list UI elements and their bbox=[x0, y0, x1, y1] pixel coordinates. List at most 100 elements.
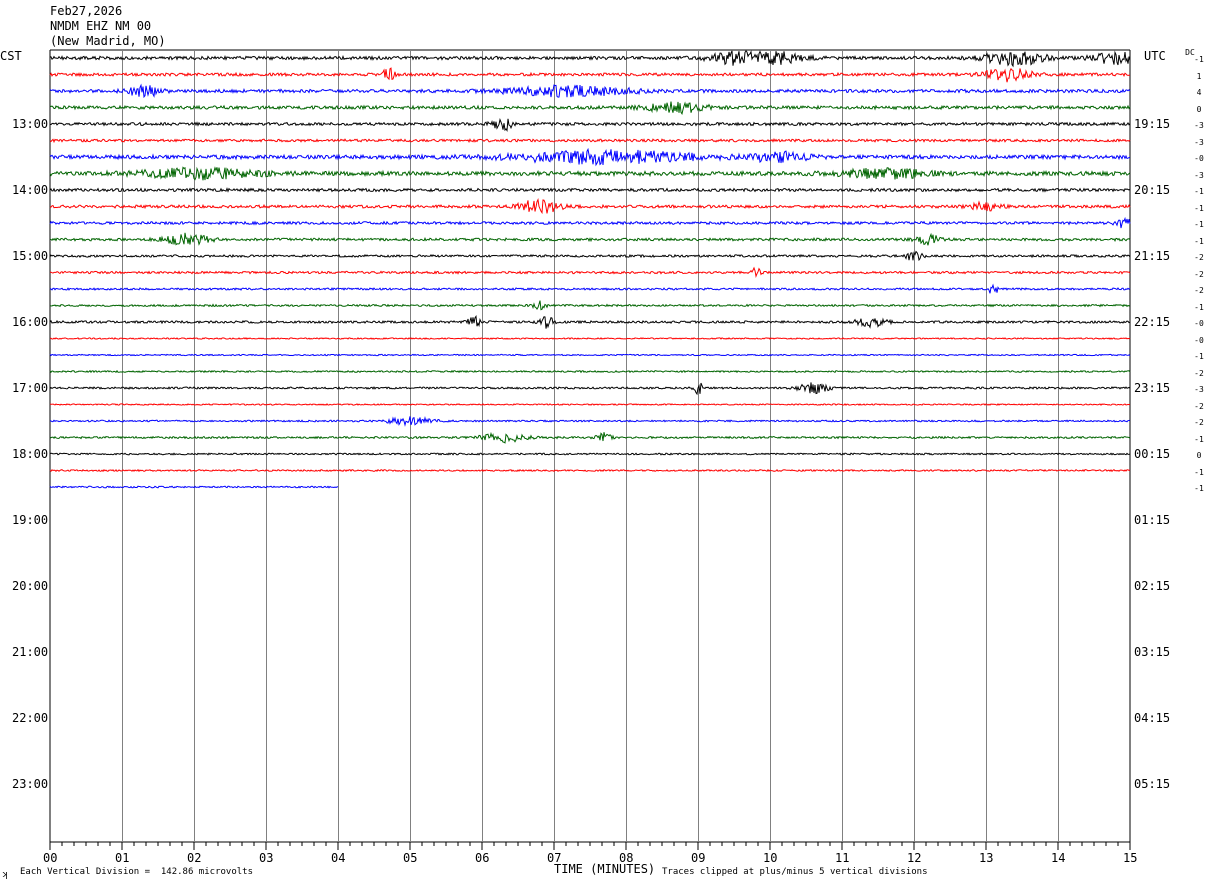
x-tick-label: 11 bbox=[835, 851, 850, 865]
dc-offset-label: -1 bbox=[1194, 484, 1204, 493]
left-timezone-label: CST bbox=[0, 49, 22, 63]
dc-offset-label: -1 bbox=[1194, 302, 1204, 312]
dc-offset-label: -1 bbox=[1194, 220, 1204, 229]
right-timezone-label: UTC bbox=[1144, 49, 1166, 63]
dc-offset-label: -2 bbox=[1194, 418, 1204, 427]
seismic-trace bbox=[49, 266, 1131, 278]
seismic-trace bbox=[49, 166, 1131, 181]
left-hour-label: 16:00 bbox=[12, 315, 49, 329]
right-hour-label: 01:15 bbox=[1134, 513, 1171, 527]
right-hour-label: 05:15 bbox=[1134, 777, 1171, 791]
dc-offset-label: -3 bbox=[1194, 170, 1204, 180]
seismic-trace bbox=[49, 50, 1131, 68]
dc-offset-label: -1 bbox=[1194, 203, 1204, 213]
dc-offset-label: 1 bbox=[1196, 71, 1202, 81]
dc-offset-label: 0 bbox=[1196, 451, 1202, 460]
seismic-trace bbox=[49, 198, 1131, 215]
station-location: (New Madrid, MO) bbox=[50, 34, 166, 48]
seismic-trace bbox=[49, 337, 1131, 340]
x-tick-label: 10 bbox=[763, 851, 778, 865]
seismic-trace bbox=[49, 250, 1131, 262]
left-hour-label: 13:00 bbox=[12, 117, 49, 131]
dc-offset-label: -1 bbox=[1194, 467, 1204, 477]
clip-note: Traces clipped at plus/minus 5 vertical … bbox=[662, 867, 928, 877]
dc-offset-label: -3 bbox=[1194, 385, 1204, 394]
x-tick-label: 15 bbox=[1123, 851, 1138, 865]
seismic-trace bbox=[49, 403, 1131, 406]
dc-offset-label: -0 bbox=[1194, 154, 1204, 163]
left-hour-label: 20:00 bbox=[12, 579, 49, 593]
seismic-trace bbox=[49, 283, 1131, 294]
x-tick-label: 01 bbox=[115, 851, 130, 865]
left-hour-label: 19:00 bbox=[12, 513, 49, 527]
x-tick-label: 09 bbox=[691, 851, 706, 865]
seismic-trace bbox=[49, 369, 1131, 374]
right-hour-label: 23:15 bbox=[1134, 381, 1171, 395]
x-tick-label: 00 bbox=[43, 851, 58, 865]
station-code: NMDM EHZ NM 00 bbox=[50, 19, 152, 33]
dc-offset-label: -2 bbox=[1194, 253, 1204, 262]
dc-offset-label: -2 bbox=[1194, 269, 1204, 279]
corner-mark: ʞ bbox=[2, 870, 8, 880]
dc-offset-label: -2 bbox=[1194, 368, 1204, 378]
helicorder-plot bbox=[49, 49, 1131, 850]
right-hour-label: 21:15 bbox=[1134, 249, 1171, 263]
dc-offset-label: 4 bbox=[1196, 88, 1202, 97]
left-hour-label: 18:00 bbox=[12, 447, 49, 461]
seismic-trace bbox=[49, 468, 1131, 473]
dc-offset-label: -1 bbox=[1194, 352, 1204, 361]
dc-offset-label: -0 bbox=[1194, 319, 1204, 328]
dc-offset-label: -1 bbox=[1194, 187, 1204, 196]
seismic-trace bbox=[49, 138, 1131, 144]
left-hour-label: 21:00 bbox=[12, 645, 49, 659]
seismic-trace bbox=[49, 382, 1131, 396]
x-tick-label: 02 bbox=[187, 851, 202, 865]
right-hour-label: 03:15 bbox=[1134, 645, 1171, 659]
scale-note: Each Vertical Division = 142.86 microvol… bbox=[20, 867, 253, 877]
x-tick-label: 05 bbox=[403, 851, 418, 865]
right-hour-label: 20:15 bbox=[1134, 183, 1171, 197]
dc-offset-label: -1 bbox=[1194, 236, 1204, 246]
right-hour-label: 02:15 bbox=[1134, 579, 1171, 593]
seismic-trace bbox=[49, 416, 1131, 427]
dc-offset-label: -2 bbox=[1194, 401, 1204, 411]
seismic-trace bbox=[49, 452, 1131, 456]
dc-offset-label: -3 bbox=[1194, 121, 1204, 130]
x-tick-label: 13 bbox=[979, 851, 994, 865]
left-hour-label: 15:00 bbox=[12, 249, 49, 263]
dc-offset-label: -3 bbox=[1194, 137, 1204, 147]
x-axis-title: TIME (MINUTES) bbox=[554, 862, 656, 876]
x-tick-label: 04 bbox=[331, 851, 346, 865]
left-hour-label: 17:00 bbox=[12, 381, 49, 395]
seismic-trace bbox=[49, 353, 1131, 357]
right-hour-label: 04:15 bbox=[1134, 711, 1171, 725]
dc-offset-label: -1 bbox=[1194, 55, 1204, 64]
dc-offset-label: -2 bbox=[1194, 286, 1204, 295]
x-tick-label: 14 bbox=[1051, 851, 1066, 865]
right-hour-label: 19:15 bbox=[1134, 117, 1171, 131]
seismic-trace bbox=[49, 187, 1131, 193]
right-hour-label: 00:15 bbox=[1134, 447, 1171, 461]
x-axis bbox=[49, 842, 1131, 850]
chart-date: Feb27,2026 bbox=[50, 4, 123, 18]
seismic-trace bbox=[49, 83, 1131, 99]
seismic-trace bbox=[49, 315, 1131, 329]
seismic-trace bbox=[49, 216, 1131, 229]
seismic-trace bbox=[49, 147, 1131, 167]
dc-offset-label: -0 bbox=[1194, 335, 1204, 345]
x-tick-label: 03 bbox=[259, 851, 274, 865]
plot-grid bbox=[49, 49, 1131, 843]
seismic-trace bbox=[49, 67, 1131, 83]
x-tick-label: 12 bbox=[907, 851, 922, 865]
left-hour-label: 23:00 bbox=[12, 777, 49, 791]
dc-offset-label: -1 bbox=[1194, 434, 1204, 444]
seismic-trace bbox=[50, 300, 1131, 311]
x-tick-label: 06 bbox=[475, 851, 490, 865]
seismic-trace bbox=[49, 101, 1131, 116]
left-hour-label: 22:00 bbox=[12, 711, 49, 725]
right-hour-label: 22:15 bbox=[1134, 315, 1171, 329]
seismic-trace bbox=[49, 118, 1131, 133]
trace-layer bbox=[49, 50, 1131, 489]
dc-offset-label: 0 bbox=[1196, 104, 1202, 114]
seismic-trace bbox=[49, 232, 1131, 246]
